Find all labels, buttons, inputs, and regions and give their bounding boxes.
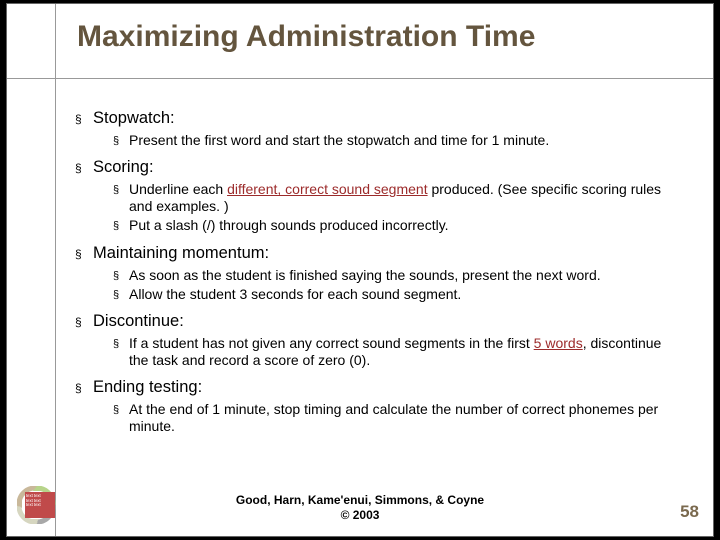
sub-item-text: At the end of 1 minute, stop timing and … (129, 401, 675, 435)
bullet-icon: § (113, 270, 129, 287)
section-heading: §Stopwatch: (75, 108, 675, 128)
highlight-text: 5 words (534, 335, 583, 351)
sub-item: §Allow the student 3 seconds for each so… (113, 286, 675, 303)
bullet-icon: § (75, 161, 93, 181)
sub-item: §Underline each different, correct sound… (113, 181, 675, 215)
section-heading-text: Scoring: (93, 157, 154, 177)
section-heading: §Ending testing: (75, 377, 675, 397)
sub-list: §If a student has not given any correct … (113, 335, 675, 369)
section-heading-text: Stopwatch: (93, 108, 175, 128)
section-heading-text: Maintaining momentum: (93, 243, 269, 263)
content-area: §Stopwatch:§Present the first word and s… (75, 100, 675, 435)
section-heading: §Discontinue: (75, 311, 675, 331)
slide: Maximizing Administration Time §Stopwatc… (6, 3, 714, 537)
section-heading: §Scoring: (75, 157, 675, 177)
sub-item: §At the end of 1 minute, stop timing and… (113, 401, 675, 435)
sub-item: §If a student has not given any correct … (113, 335, 675, 369)
sub-item-text: Present the first word and start the sto… (129, 132, 549, 149)
sub-list: §At the end of 1 minute, stop timing and… (113, 401, 675, 435)
footer-line1: Good, Harn, Kame'enui, Simmons, & Coyne (236, 493, 484, 507)
sub-item-text: Put a slash (/) through sounds produced … (129, 217, 449, 234)
sub-item-text: If a student has not given any correct s… (129, 335, 675, 369)
sub-item-text: Allow the student 3 seconds for each sou… (129, 286, 461, 303)
bullet-icon: § (113, 289, 129, 306)
bullet-icon: § (75, 381, 93, 401)
highlight-text: different, correct sound segment (227, 181, 428, 197)
sub-list: §Underline each different, correct sound… (113, 181, 675, 234)
sub-list: §As soon as the student is finished sayi… (113, 267, 675, 303)
sub-item: §As soon as the student is finished sayi… (113, 267, 675, 284)
vertical-rule (55, 4, 56, 536)
sub-item: §Put a slash (/) through sounds produced… (113, 217, 675, 234)
bullet-icon: § (75, 315, 93, 335)
bullet-icon: § (113, 184, 129, 218)
sub-item-text: As soon as the student is finished sayin… (129, 267, 601, 284)
bullet-icon: § (113, 338, 129, 372)
bullet-icon: § (75, 112, 93, 132)
bullet-icon: § (113, 220, 129, 237)
sub-item: §Present the first word and start the st… (113, 132, 675, 149)
footer-line2: © 2003 (341, 508, 380, 522)
slide-title: Maximizing Administration Time (77, 20, 683, 54)
section-heading: §Maintaining momentum: (75, 243, 675, 263)
bullet-icon: § (75, 247, 93, 267)
page-number: 58 (680, 502, 699, 522)
horizontal-rule (7, 78, 713, 79)
bullet-icon: § (113, 135, 129, 152)
sub-item-text: Underline each different, correct sound … (129, 181, 675, 215)
sub-list: §Present the first word and start the st… (113, 132, 675, 149)
section-heading-text: Ending testing: (93, 377, 202, 397)
footer-credits: Good, Harn, Kame'enui, Simmons, & Coyne … (7, 493, 713, 522)
section-heading-text: Discontinue: (93, 311, 184, 331)
bullet-icon: § (113, 404, 129, 438)
